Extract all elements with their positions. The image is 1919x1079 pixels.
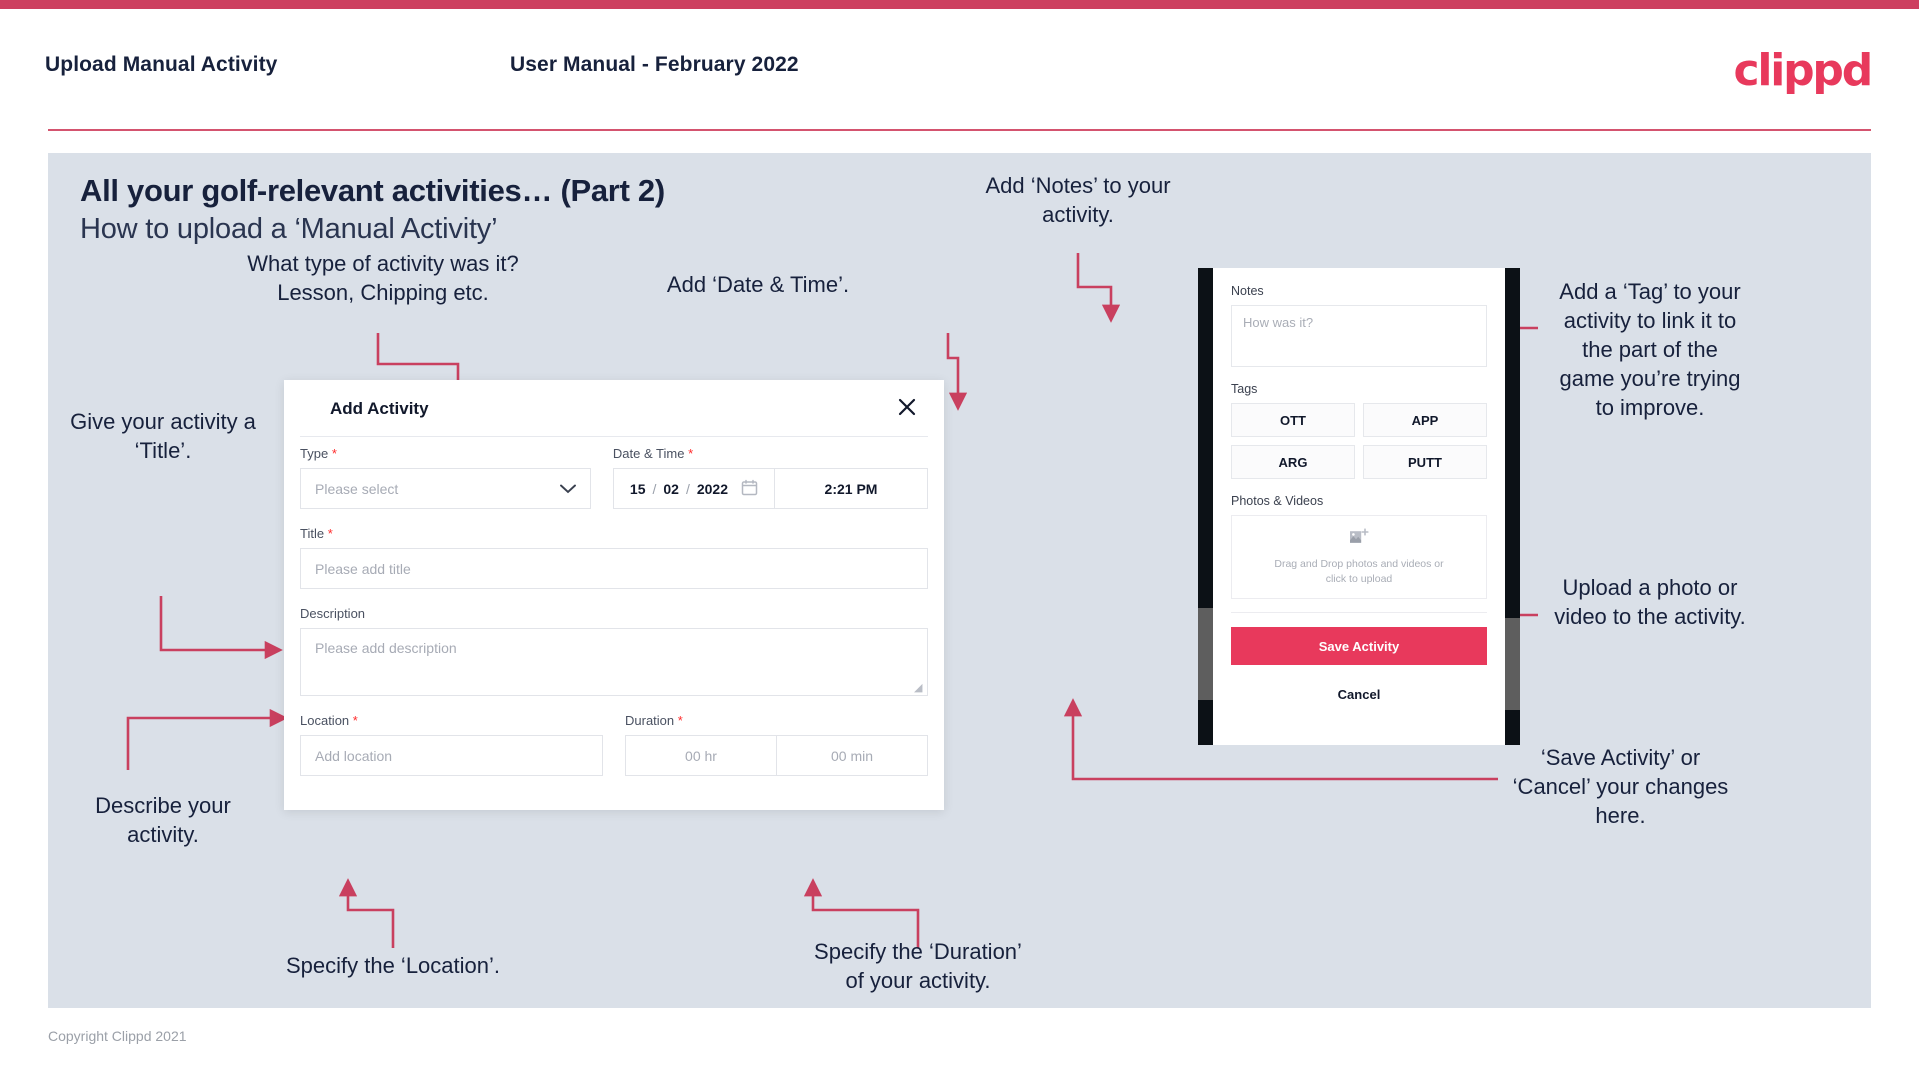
title-input-placeholder: Please add title <box>315 560 411 577</box>
notes-textarea[interactable]: How was it? <box>1231 305 1487 367</box>
date-input[interactable]: 15 / 02 / 2022 <box>614 469 775 508</box>
phone-screen: Notes How was it? Tags OTT APP ARG PUTT … <box>1213 268 1505 745</box>
required-marker: * <box>327 526 333 541</box>
annotation-location: Specify the ‘Location’. <box>285 953 501 978</box>
required-marker: * <box>331 446 337 461</box>
date-month: 02 <box>663 480 679 497</box>
tag-button-ott[interactable]: OTT <box>1231 403 1355 437</box>
annotation-title: Give your activity a ‘Title’. <box>70 409 256 463</box>
photo-dropzone[interactable]: Drag and Drop photos and videos or click… <box>1231 515 1487 599</box>
location-input[interactable]: Add location <box>300 735 603 776</box>
field-type: Type * Please select <box>300 446 591 509</box>
dialog-header-divider <box>300 436 928 437</box>
row-location-duration: Location * Add location Duration * 00 hr… <box>284 713 944 776</box>
required-marker: * <box>688 446 694 461</box>
page-header: Upload Manual Activity User Manual - Feb… <box>0 9 1919 131</box>
annotation-datetime: Add ‘Date & Time’. <box>666 272 850 297</box>
annotation-save: ‘Save Activity’ or ‘Cancel’ your changes… <box>1512 745 1729 828</box>
chevron-down-icon <box>559 481 576 497</box>
field-title-label: Title * <box>300 526 928 541</box>
annotation-notes: Add ‘Notes’ to your activity. <box>985 173 1171 227</box>
save-activity-button[interactable]: Save Activity <box>1231 627 1487 665</box>
field-description: Description Please add description ◢ <box>284 606 944 696</box>
resize-grip-icon[interactable]: ◢ <box>914 683 924 694</box>
field-description-label: Description <box>300 606 366 621</box>
field-duration: Duration * 00 hr 00 min <box>625 713 928 776</box>
annotation-description: Describe your activity. <box>95 793 231 847</box>
header-divider <box>48 129 1871 131</box>
annotation-duration: Specify the ‘Duration’ of your activity. <box>814 939 1022 993</box>
required-marker: * <box>677 713 683 728</box>
page-title: Upload Manual Activity <box>45 53 278 76</box>
field-duration-label: Duration * <box>625 713 928 728</box>
row-type-datetime: Type * Please select Date & Time * 15 / … <box>284 446 944 509</box>
tags-label: Tags <box>1231 382 1258 396</box>
notes-placeholder: How was it? <box>1243 315 1314 330</box>
title-input[interactable]: Please add title <box>300 548 928 589</box>
field-datetime: Date & Time * 15 / 02 / 2022 2:21 PM <box>612 446 928 509</box>
type-select-placeholder: Please select <box>315 480 399 497</box>
date-sep-2: / <box>685 480 690 497</box>
datetime-group: 15 / 02 / 2022 2:21 PM <box>612 468 928 509</box>
field-type-label-text: Type <box>300 446 329 461</box>
field-type-label: Type * <box>300 446 591 461</box>
tag-button-putt[interactable]: PUTT <box>1363 445 1487 479</box>
phone-mockup: Notes How was it? Tags OTT APP ARG PUTT … <box>1198 268 1520 745</box>
top-accent-bar <box>0 0 1919 9</box>
field-datetime-label: Date & Time * <box>613 446 928 461</box>
add-activity-dialog: Add Activity Type * Please select Date &… <box>284 380 944 810</box>
footer-copyright: Copyright Clippd 2021 <box>48 1028 187 1044</box>
dialog-title: Add Activity <box>330 399 429 418</box>
tags-grid: OTT APP ARG PUTT <box>1231 403 1487 479</box>
dropzone-line-2: click to upload <box>1325 572 1393 585</box>
dropzone-line-1: Drag and Drop photos and videos or <box>1274 557 1444 570</box>
tag-button-app[interactable]: APP <box>1363 403 1487 437</box>
phone-volume-button-left <box>1198 608 1213 700</box>
slide-root: Upload Manual Activity User Manual - Feb… <box>0 0 1919 1079</box>
manual-edition-label: User Manual - February 2022 <box>510 53 799 76</box>
date-year: 2022 <box>696 480 728 497</box>
duration-hours-input[interactable]: 00 hr <box>626 736 776 775</box>
cancel-button[interactable]: Cancel <box>1231 687 1487 702</box>
phone-power-button-right <box>1505 618 1520 710</box>
close-icon[interactable] <box>892 392 922 422</box>
tag-button-arg[interactable]: ARG <box>1231 445 1355 479</box>
annotation-tags: Add a ‘Tag’ to your activity to link it … <box>1559 279 1741 420</box>
annotation-type: What type of activity was it? Lesson, Ch… <box>243 249 523 307</box>
field-location: Location * Add location <box>300 713 603 776</box>
field-duration-label-text: Duration <box>625 713 675 728</box>
location-placeholder: Add location <box>315 747 393 764</box>
description-textarea[interactable]: Please add description ◢ <box>300 628 928 696</box>
clippd-logo: clippd <box>1733 45 1873 96</box>
description-placeholder: Please add description <box>315 640 457 656</box>
duration-group: 00 hr 00 min <box>625 735 928 776</box>
dialog-header: Add Activity <box>284 380 944 436</box>
date-day: 15 <box>629 480 646 497</box>
photos-label: Photos & Videos <box>1231 494 1324 508</box>
required-marker: * <box>352 713 358 728</box>
phone-divider <box>1231 612 1487 613</box>
field-title-label-text: Title <box>300 526 325 541</box>
field-title: Title * Please add title <box>284 526 944 589</box>
time-input[interactable]: 2:21 PM <box>775 469 927 508</box>
notes-label: Notes <box>1231 284 1264 298</box>
add-image-icon <box>1349 527 1369 551</box>
field-location-label: Location * <box>300 713 603 728</box>
type-select[interactable]: Please select <box>300 468 591 509</box>
calendar-icon[interactable] <box>741 479 758 499</box>
duration-minutes-input[interactable]: 00 min <box>776 736 927 775</box>
field-datetime-label-text: Date & Time <box>612 446 685 461</box>
slide-canvas: All your golf-relevant activities… (Part… <box>48 153 1871 1008</box>
field-location-label-text: Location <box>300 713 350 728</box>
annotation-photos: Upload a photo or video to the activity. <box>1554 575 1746 629</box>
annotation-type-line1: What type of activity was it? Lesson, Ch… <box>247 251 519 305</box>
dropzone-text: Drag and Drop photos and videos or click… <box>1274 557 1443 587</box>
dialog-body: Type * Please select Date & Time * 15 / … <box>284 446 944 793</box>
date-sep-1: / <box>652 480 657 497</box>
